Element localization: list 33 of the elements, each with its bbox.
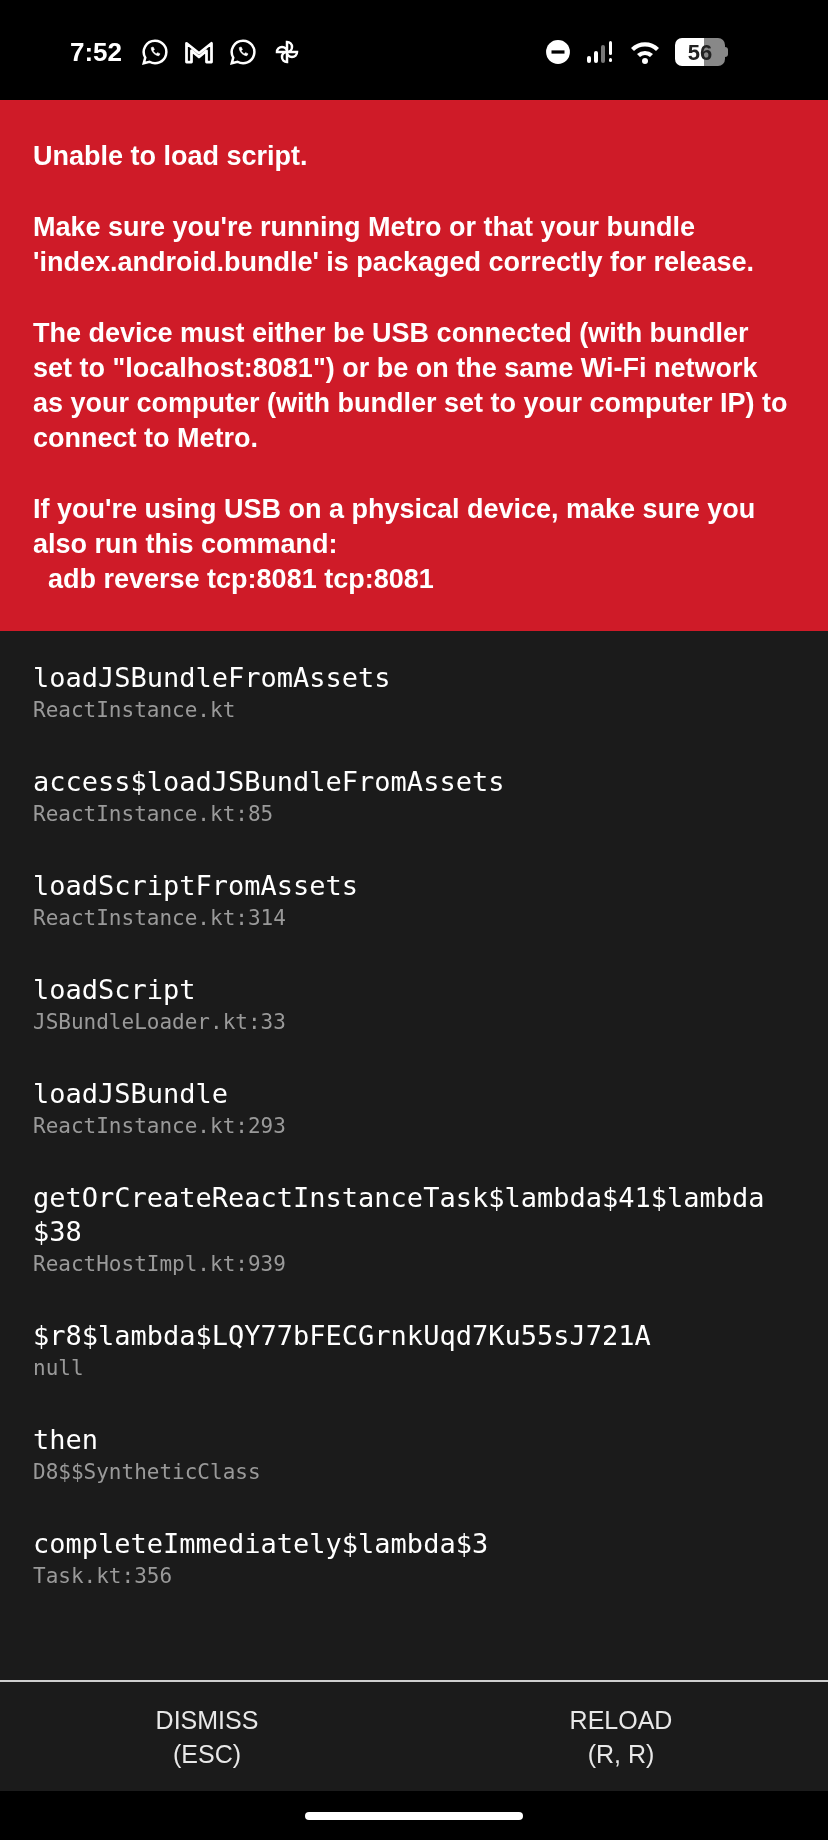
stack-frame-method[interactable]: loadJSBundleFromAssets [33,661,795,695]
stack-frame-file: JSBundleLoader.kt:33 [33,1009,287,1036]
stack-frame-file: ReactInstance.kt [33,697,237,724]
stack-frame-file: ReactInstance.kt:85 [33,801,275,828]
stack-frame-file: ReactInstance.kt:293 [33,1113,287,1140]
stack-frame-method[interactable]: loadJSBundle [33,1077,795,1111]
status-time: 7:52 [70,35,123,69]
stack-frame-method[interactable]: completeImmediately$lambda$3 [33,1527,795,1561]
stack-frame-file: Task.kt:356 [33,1563,174,1590]
stack-frame-method[interactable]: loadScriptFromAssets [33,869,795,903]
error-message: If you're using USB on a physical device, make sure you also run this command: adb reverse tcp:8081 tcp:8081 [33,493,757,596]
stack-frame-method[interactable]: loadScript [33,973,795,1007]
stack-frame-method[interactable]: access$loadJSBundleFromAssets [33,765,795,799]
error-message: Make sure you're running Metro or that your bundle 'index.android.bundle' is packaged correctly for release. [33,211,756,279]
chat-bubble-icon [228,37,259,67]
do-not-disturb-icon [545,39,571,65]
chat-bubble-icon [140,37,171,67]
reload-button[interactable]: RELOAD (R, R) [414,1682,828,1791]
stack-frame-method[interactable]: getOrCreateReactInstanceTask$lambda$41$lambda$38 [33,1181,795,1249]
battery-percent: 56 [687,38,713,67]
home-indicator[interactable] [305,1811,523,1820]
stack-frame-file: D8$$SyntheticClass [33,1459,262,1486]
wifi-icon [629,39,661,65]
error-message: Unable to load script. [33,140,309,173]
stack-frame-method[interactable]: $r8$lambda$LQY77bFECGrnkUqd7Ku55sJ721A [33,1319,795,1353]
signal-icon [585,39,615,65]
stack-frame-file: ReactInstance.kt:314 [33,905,287,932]
mail-icon [184,39,215,65]
stack-frame-method[interactable]: then [33,1423,795,1457]
stack-frame-file: null [33,1355,85,1382]
stack-frame-file: ReactHostImpl.kt:939 [33,1251,287,1278]
error-message: The device must either be USB connected (with bundler set to "localhost:8081") or be on the same Wi-Fi network as your computer (with bundler set to your computer IP) to connect to Metro. [33,317,789,455]
dismiss-button[interactable]: DISMISS (ESC) [0,1682,414,1791]
